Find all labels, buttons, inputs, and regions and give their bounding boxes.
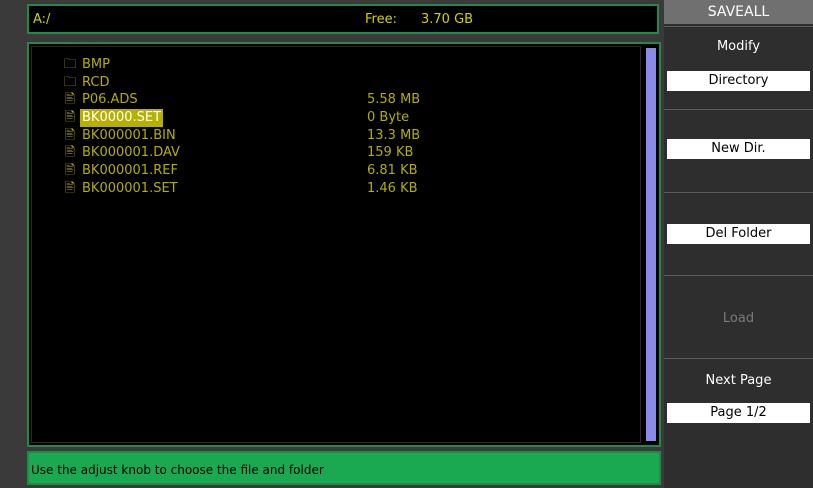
file-list-scrollbar[interactable]: [646, 48, 656, 441]
current-path: A:/: [33, 12, 51, 27]
file-size: 159 KB: [367, 145, 414, 161]
load-label: Load: [722, 311, 755, 326]
free-space-label: Free:: [365, 12, 397, 27]
file-icon: 🖹: [64, 180, 76, 196]
file-icon: 🖹: [64, 127, 76, 143]
left-strip: [0, 0, 25, 488]
page-indicator: Page 1/2: [667, 403, 810, 423]
file-name: BK000001.BIN: [82, 127, 176, 143]
file-name: P06.ADS: [82, 92, 138, 108]
file-icon: 🖹: [64, 145, 76, 161]
path-bar: A:/ Free: 3.70 GB: [27, 4, 659, 34]
file-name: BK000001.SET: [82, 180, 178, 196]
del-folder-softkey[interactable]: Del Folder: [664, 192, 813, 275]
folder-icon: 🗀: [63, 57, 77, 72]
status-message: Use the adjust knob to choose the file a…: [31, 463, 324, 477]
file-name: BK000001.DAV: [82, 145, 180, 161]
free-space-value: 3.70 GB: [421, 12, 474, 27]
file-name: BMP: [82, 57, 110, 72]
file-size: 13.3 MB: [367, 127, 421, 143]
scrollbar-thumb[interactable]: [646, 48, 656, 441]
modify-value: Directory: [667, 71, 810, 91]
file-name: BK000001.REF: [82, 163, 178, 179]
new-dir-softkey[interactable]: New Dir.: [664, 109, 813, 192]
del-folder-label: Del Folder: [667, 224, 810, 244]
menu-title: SAVEALL: [664, 0, 813, 24]
file-name: BK0000.SET: [80, 109, 164, 127]
load-softkey[interactable]: Load: [664, 275, 813, 358]
new-dir-label: New Dir.: [667, 139, 810, 159]
modify-label: Modify: [716, 39, 761, 54]
file-icon: 🖹: [64, 110, 76, 126]
file-browser-panel[interactable]: 🗀 BMP 🗀 RCD 🖹 P06.ADS 5.58 MB 🖹 BK0000.S…: [27, 42, 661, 447]
file-size: 6.81 KB: [367, 163, 418, 179]
folder-icon: 🗀: [63, 74, 77, 90]
file-size: 1.46 KB: [367, 180, 418, 196]
next-page-softkey[interactable]: Next Page Page 1/2: [664, 358, 813, 441]
file-name: RCD: [82, 74, 110, 90]
file-size: 5.58 MB: [367, 92, 421, 108]
next-page-label: Next Page: [705, 373, 772, 388]
status-bar: Use the adjust knob to choose the file a…: [27, 451, 661, 485]
oscilloscope-screen: A:/ Free: 3.70 GB 🗀 BMP 🗀 RCD 🖹 P06.ADS …: [0, 0, 813, 488]
softkey-menu: SAVEALL Modify Directory New Dir. Del Fo…: [664, 0, 813, 488]
file-size: 0 Byte: [367, 110, 410, 126]
file-icon: 🖹: [64, 163, 76, 179]
modify-softkey[interactable]: Modify Directory: [664, 26, 813, 109]
file-icon: 🖹: [64, 92, 76, 108]
